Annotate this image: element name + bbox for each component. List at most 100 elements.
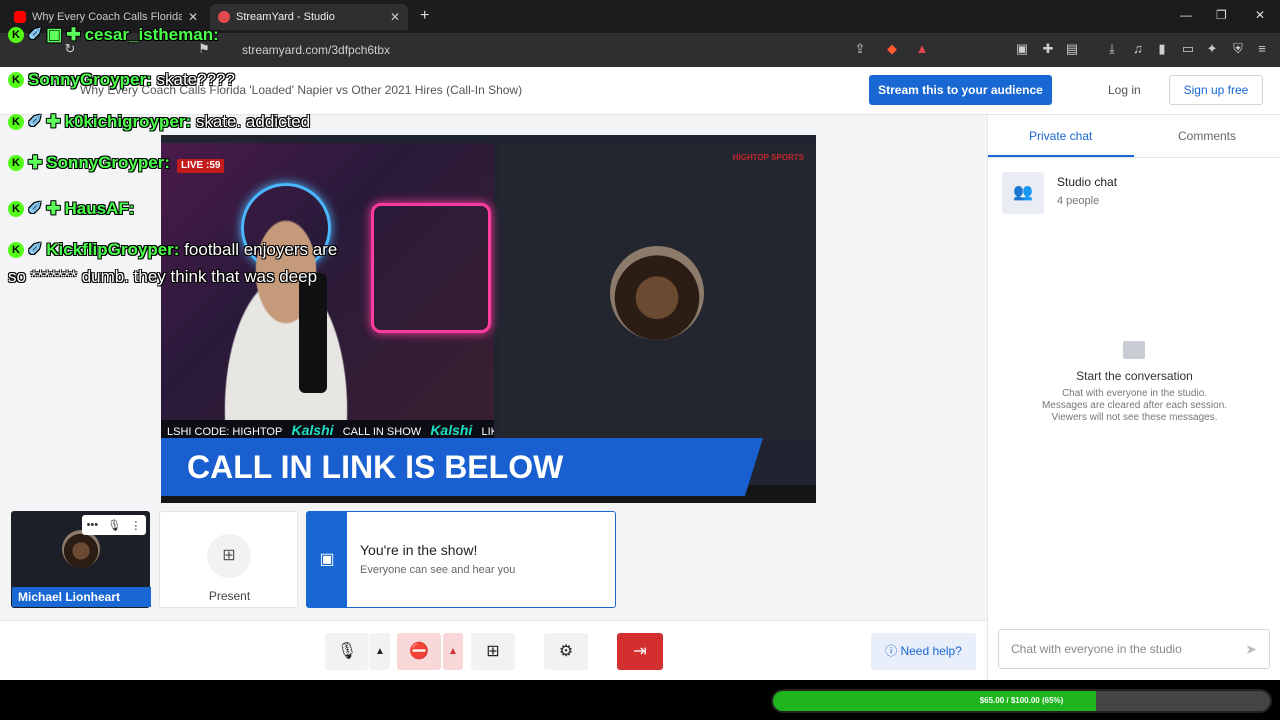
signup-button[interactable]: Sign up free [1169, 75, 1263, 105]
streamyard-studio: Why Every Coach Calls Florida 'Loaded' N… [0, 67, 1280, 680]
microphone [299, 273, 327, 393]
avatar [62, 530, 100, 568]
overlay-chat-line: so ******* dumb. they think that was dee… [8, 267, 317, 287]
active-tab-indicator [988, 155, 1134, 157]
microphone-button[interactable]: 🎙 [325, 633, 369, 670]
brave-shield-icon[interactable]: ◆ [884, 41, 900, 57]
chat-bubble-icon [1123, 341, 1145, 359]
empty-chat-title: Start the conversation [1076, 369, 1193, 383]
leo-icon[interactable]: ✦ [1204, 41, 1220, 57]
present-button[interactable]: ⊞ Present [159, 511, 298, 608]
restore-icon[interactable]: ❐ [1216, 8, 1227, 22]
control-bar: 🎙 ▲ ⛔ ▲ ⊞ ⚙ ⇥ ⓘ Need help? [0, 620, 987, 680]
tab-divider [988, 157, 1280, 158]
empty-chat-line: Chat with everyone in the studio. [1061, 388, 1208, 399]
ticker-item: LSHI CODE: HIGHTOP [167, 426, 283, 438]
chat-message: football enjoyers are [184, 240, 338, 259]
overlay-chat-line: K ✐ KickflipGroyper: football enjoyers are [8, 240, 337, 260]
menu-icon[interactable]: ≡ [1254, 41, 1270, 57]
guest-controls: ••• 🎙 ⋮ [82, 515, 146, 535]
help-label: Need help? [900, 644, 962, 658]
tab-private-chat[interactable]: Private chat [1029, 129, 1092, 143]
screen-share-icon: ⊞ [207, 534, 251, 578]
sub-badge-icon: ✚ [46, 112, 61, 131]
camera-off-button[interactable]: ⛔ [397, 633, 441, 670]
sub-badge-icon: ✚ [46, 199, 61, 218]
room-name: Studio chat [1057, 175, 1118, 189]
login-link[interactable]: Log in [1108, 83, 1141, 97]
notice-title: You're in the show! [360, 542, 478, 558]
music-icon[interactable]: ♫ [1130, 41, 1146, 57]
vpn-icon[interactable]: ⛨ [1230, 41, 1246, 57]
in-show-notice: ▣ You're in the show! Everyone can see a… [306, 511, 616, 608]
empty-chat-line: Viewers will not see these messages. [1051, 412, 1218, 423]
guest-name: Michael Lionheart [12, 587, 151, 607]
wallet-icon[interactable]: ▭ [1180, 41, 1196, 57]
puzzle-icon[interactable]: ✚ [1040, 41, 1056, 57]
goal-text: $65.00 / $100.00 (65%) [979, 696, 1064, 705]
camera-options-chevron-icon[interactable]: ▲ [443, 633, 463, 670]
chat-username: cesar_istheman: [84, 25, 219, 44]
tab-streamyard[interactable]: StreamYard - Studio ✕ [210, 4, 408, 30]
tab-comments[interactable]: Comments [1178, 129, 1236, 143]
ticker-item: CALL IN SHOW [342, 426, 422, 438]
overlay-chat-line: K ✐ ▣ ✚ cesar_istheman: [8, 25, 219, 45]
url-field[interactable]: streamyard.com/3dfpch6tbx [228, 39, 848, 61]
mic-icon[interactable]: 🎙 [107, 519, 121, 532]
mic-options-chevron-icon[interactable]: ▲ [370, 633, 390, 670]
hightop-logo: HIGHTOP SPORTS [732, 153, 804, 162]
download-icon[interactable]: ⤓ [1104, 41, 1120, 57]
ticker: LSHI CODE: HIGHTOP Kalshi CALL IN SHOW K… [161, 420, 494, 440]
chat-username: KickflipGroyper: [46, 240, 180, 259]
tab-label: StreamYard - Studio [236, 11, 335, 23]
more-dots-icon[interactable]: ••• [87, 519, 99, 531]
donation-goal-bar: $65.00 / $100.00 (65%) [771, 689, 1272, 713]
sidebar-icon[interactable]: ▮ [1154, 41, 1170, 57]
settings-button[interactable]: ⚙ [544, 633, 588, 670]
need-help-button[interactable]: ⓘ Need help? [871, 633, 976, 670]
notice-subtitle: Everyone can see and hear you [360, 564, 516, 576]
kick-badge-icon: K [8, 27, 24, 43]
kick-badge-icon: K [8, 155, 24, 171]
help-icon: ⓘ [885, 644, 901, 658]
chat-input-placeholder: Chat with everyone in the studio [1011, 642, 1182, 656]
call-in-banner: CALL IN LINK IS BELOW [161, 438, 763, 496]
share-icon[interactable]: ⇪ [852, 41, 868, 57]
sword-badge-icon: ✐ [28, 25, 43, 44]
chat-input[interactable]: Chat with everyone in the studio ➤ [998, 629, 1270, 669]
empty-chat-line: Messages are cleared after each session. [1041, 400, 1228, 411]
minimize-icon[interactable]: — [1180, 8, 1192, 22]
chat-message: so ******* dumb. they think that was dee… [8, 267, 318, 286]
rewards-icon[interactable]: ▲ [914, 41, 930, 57]
ticker-sponsor: Kalshi [291, 422, 334, 438]
reader-icon[interactable]: ▤ [1064, 41, 1080, 57]
window-close-icon[interactable]: ✕ [1255, 8, 1265, 22]
kebab-menu-icon[interactable]: ⋮ [130, 519, 141, 532]
overlay-chat-line: K SonnyGroyper: skate???? [8, 70, 235, 90]
broadcast-stage: LIVE :59 HIGHTOP SPORTS LSHI CODE: HIGHT… [161, 135, 816, 503]
sword-badge-icon: ✐ [28, 240, 43, 259]
extension-icon[interactable]: ▣ [1014, 41, 1030, 57]
live-badge: LIVE :59 [177, 159, 225, 173]
close-tab-icon[interactable]: ✕ [188, 10, 198, 24]
new-tab-icon[interactable]: + [420, 7, 429, 25]
overlay-chat-line: K ✐ ✚ k0kichigroyper: skate. addicted [8, 112, 310, 132]
chat-sidebar: Private chat Comments 👥 Studio chat 4 pe… [987, 115, 1280, 680]
close-tab-icon[interactable]: ✕ [390, 10, 400, 24]
chat-message: skate???? [156, 70, 235, 89]
send-icon[interactable]: ➤ [1245, 630, 1257, 668]
leave-studio-button[interactable]: ⇥ [617, 633, 663, 670]
guest-avatar-large [610, 246, 704, 340]
guest-thumbnail[interactable]: ••• 🎙 ⋮ Michael Lionheart [11, 511, 151, 608]
ticker-sponsor: Kalshi [430, 422, 473, 438]
overlay-chat-line: K ✚ SonnyGroyper: [8, 153, 170, 173]
kick-badge-icon: K [8, 201, 24, 217]
sub-badge-icon: ✚ [28, 153, 43, 172]
present-label: Present [208, 589, 251, 603]
sub-badge-icon: ✚ [66, 25, 81, 44]
screen-share-button[interactable]: ⊞ [471, 633, 515, 670]
kick-badge-icon: K [8, 242, 24, 258]
host-camera: LIVE :59 [161, 143, 494, 433]
streamyard-icon [218, 11, 230, 23]
stream-to-audience-button[interactable]: Stream this to your audience [869, 75, 1052, 105]
